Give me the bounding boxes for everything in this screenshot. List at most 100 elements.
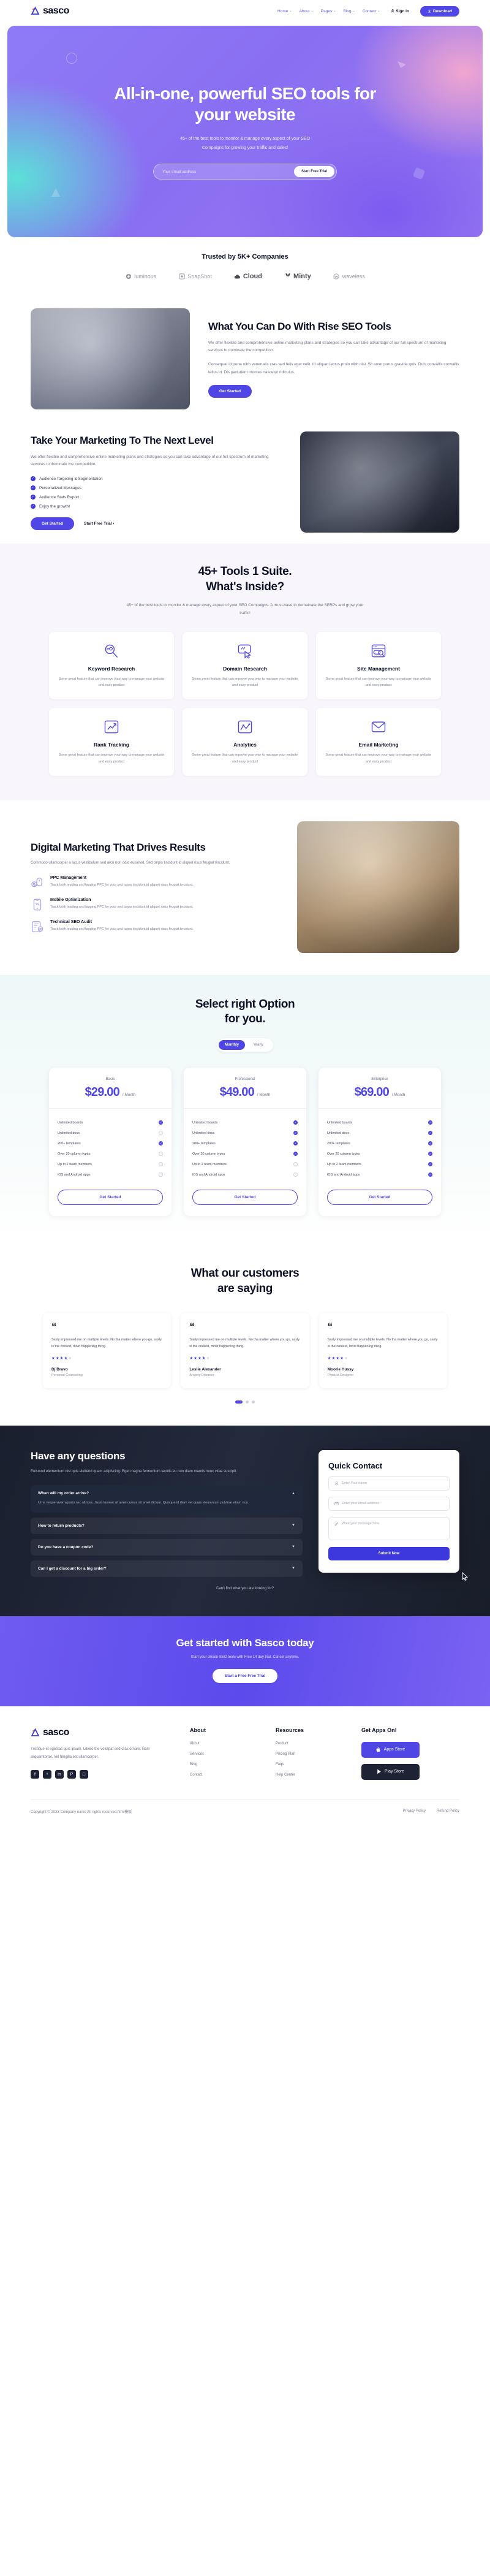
instagram-icon[interactable]: □	[80, 1770, 88, 1779]
digital-marketing-title: Digital Marketing That Drives Results	[31, 841, 206, 853]
billing-toggle-yearly[interactable]: Yearly	[245, 1040, 271, 1050]
contact-email-input[interactable]	[342, 1502, 443, 1506]
apple-store-button[interactable]: Apps Store	[361, 1741, 420, 1758]
what-you-can-do-get-started-button[interactable]: Get Started	[208, 385, 252, 398]
checklist-item: ✓ Audience Targeting & Segmentation	[31, 476, 282, 482]
contact-name-field[interactable]	[328, 1476, 450, 1491]
footer-link-product[interactable]: Product	[276, 1742, 343, 1746]
plan-get-started-button[interactable]: Get Started	[327, 1190, 432, 1206]
take-marketing-checklist: ✓ Audience Targeting & Segmentation ✓ Pe…	[31, 476, 282, 509]
checklist-item-label: Audience Stats Report	[39, 495, 80, 500]
cta-start-trial-button[interactable]: Start a Free Free Trial	[212, 1668, 278, 1683]
footer-link-about[interactable]: About	[190, 1742, 257, 1746]
plan-feature-row: Unlimited boards ✓	[58, 1117, 163, 1128]
carousel-dot[interactable]	[246, 1400, 249, 1404]
footer-brand-block: sasco Tristique et egestas quis ipsum. L…	[31, 1727, 172, 1786]
nav-item-pages-label: Pages	[320, 9, 333, 13]
carousel-dot-active[interactable]	[235, 1400, 243, 1404]
contact-message-input[interactable]	[342, 1521, 443, 1529]
client-logo-minty: Minty	[284, 273, 311, 280]
feature-included-icon: ✓	[428, 1162, 432, 1167]
download-button[interactable]: Download	[420, 6, 459, 17]
nav-item-home[interactable]: Home ⌄	[277, 9, 292, 13]
tool-desc: Some great feature that can improve your…	[192, 753, 298, 764]
footer-bottom-bar: Copyright © 2023 Company name All rights…	[31, 1799, 459, 1824]
take-marketing-start-trial-link[interactable]: Start Free Trial ›	[84, 522, 115, 526]
footer-link-pricing-plan[interactable]: Pricing Plan	[276, 1752, 343, 1756]
tool-title: Keyword Research	[88, 666, 135, 672]
faq-item-coupon-code[interactable]: Do you have a coupon code? ▼	[31, 1538, 303, 1556]
plan-name: Basic	[105, 1077, 115, 1082]
twitter-icon[interactable]: ᵛ	[43, 1770, 51, 1779]
plan-get-started-button[interactable]: Get Started	[58, 1190, 163, 1206]
testimonial-author-role: Personal Counseling	[51, 1373, 83, 1377]
pricing-title: Select right Option for you.	[0, 997, 490, 1027]
faq-item-order-arrive[interactable]: When will my order arrive? ▲ Urna neque …	[31, 1485, 303, 1513]
footer-link-faqs[interactable]: Faqs	[276, 1763, 343, 1766]
plan-feature-label: iOS and Android apps	[192, 1172, 225, 1177]
footer-brand-logo[interactable]: sasco	[31, 1727, 172, 1738]
carousel-dots[interactable]	[0, 1400, 490, 1404]
tool-card-rank-tracking[interactable]: Rank Tracking Some great feature that ca…	[49, 708, 174, 776]
tool-card-keyword-research[interactable]: Keyword Research Some great feature that…	[49, 632, 174, 700]
checklist-item-label: Audience Targeting & Segmentation	[39, 476, 103, 481]
faq-item-header[interactable]: Can I get a discount for a big order? ▼	[38, 1567, 295, 1571]
facebook-icon[interactable]: f	[31, 1770, 39, 1779]
plan-price-amount: $69.00	[354, 1085, 390, 1100]
chevron-down-icon: ⌄	[352, 9, 355, 13]
pinterest-icon[interactable]: P	[67, 1770, 76, 1779]
contact-submit-button[interactable]: Submit Now	[328, 1546, 450, 1560]
play-store-button[interactable]: Play Store	[361, 1763, 420, 1780]
nav-item-about[interactable]: About ⌄	[300, 9, 314, 13]
sign-in-link[interactable]: Sign in	[391, 9, 409, 13]
footer-apps-title: Get Apps On!	[361, 1727, 397, 1733]
key-search-icon	[58, 642, 165, 660]
faq-item-header[interactable]: Do you have a coupon code? ▼	[38, 1545, 295, 1549]
check-circle-icon: ✓	[31, 476, 36, 482]
plan-feature-label: Up to 2 team members	[192, 1162, 227, 1166]
tool-card-domain-research[interactable]: Domain Research Some great feature that …	[183, 632, 307, 700]
footer-link-blog[interactable]: Blog	[190, 1763, 257, 1766]
plan-feature-label: Unlimited docs	[327, 1131, 350, 1135]
pricing-card-header: Basic $29.00 / Month	[49, 1068, 172, 1109]
footer-apps-block: Get Apps On! Apps Store Play Store	[361, 1727, 441, 1786]
faq-item-big-order-discount[interactable]: Can I get a discount for a big order? ▼	[31, 1560, 303, 1577]
billing-period-toggle[interactable]: Monthly Yearly	[217, 1038, 273, 1052]
quick-contact-title: Quick Contact	[328, 1461, 383, 1470]
plan-get-started-button[interactable]: Get Started	[192, 1190, 298, 1206]
footer-link-contact[interactable]: Contact	[190, 1773, 257, 1777]
snapshot-icon	[178, 273, 185, 280]
contact-email-field[interactable]	[328, 1496, 450, 1511]
hero-start-trial-button[interactable]: Start Free Trial	[293, 166, 334, 178]
footer-link-privacy-policy[interactable]: Privacy Policy	[403, 1809, 426, 1813]
tool-card-analytics[interactable]: Analytics Some great feature that can im…	[183, 708, 307, 776]
nav-item-pages[interactable]: Pages ⌄	[321, 9, 336, 13]
faq-item-header[interactable]: When will my order arrive? ▲	[38, 1491, 295, 1495]
footer-link-refund-policy[interactable]: Refund Policy	[437, 1809, 459, 1813]
nav-item-contact[interactable]: Contact ⌄	[363, 9, 380, 13]
star-empty-icon: ★	[68, 1356, 73, 1361]
client-logo-waveless: waveless	[333, 273, 365, 280]
contact-name-input[interactable]	[342, 1481, 443, 1486]
tool-card-site-management[interactable]: Site Management Some great feature that …	[316, 632, 441, 700]
hero-email-input[interactable]	[162, 169, 294, 174]
footer-link-help-center[interactable]: Help Center	[276, 1773, 343, 1777]
carousel-dot[interactable]	[252, 1400, 255, 1404]
footer-link-services[interactable]: Services	[190, 1752, 257, 1756]
faq-item-return-products[interactable]: How to return products? ▼	[31, 1517, 303, 1534]
plan-price-period: / Month	[122, 1093, 136, 1098]
tool-card-email-marketing[interactable]: Email Marketing Some great feature that …	[316, 708, 441, 776]
envelope-icon	[325, 718, 432, 736]
contact-message-field[interactable]	[328, 1516, 450, 1540]
linkedin-icon[interactable]: in	[55, 1770, 64, 1779]
billing-toggle-monthly[interactable]: Monthly	[219, 1040, 245, 1051]
nav-item-blog[interactable]: Blog ⌄	[343, 9, 355, 13]
client-logo-row: luminous SnapShot Cloud Minty waveless	[0, 273, 490, 280]
feature-excluded-icon: ○	[159, 1162, 163, 1167]
dm-item-title: Technical SEO Audit	[50, 919, 92, 924]
digital-marketing-paragraph: Commodo ullamcorper a lacus vestibulum s…	[31, 861, 230, 865]
faq-item-header[interactable]: How to return products? ▼	[38, 1524, 295, 1528]
take-marketing-get-started-button[interactable]: Get Started	[31, 517, 75, 531]
testimonial-author-role: Product Designer	[327, 1373, 354, 1377]
brand-logo[interactable]: sasco	[31, 6, 69, 17]
